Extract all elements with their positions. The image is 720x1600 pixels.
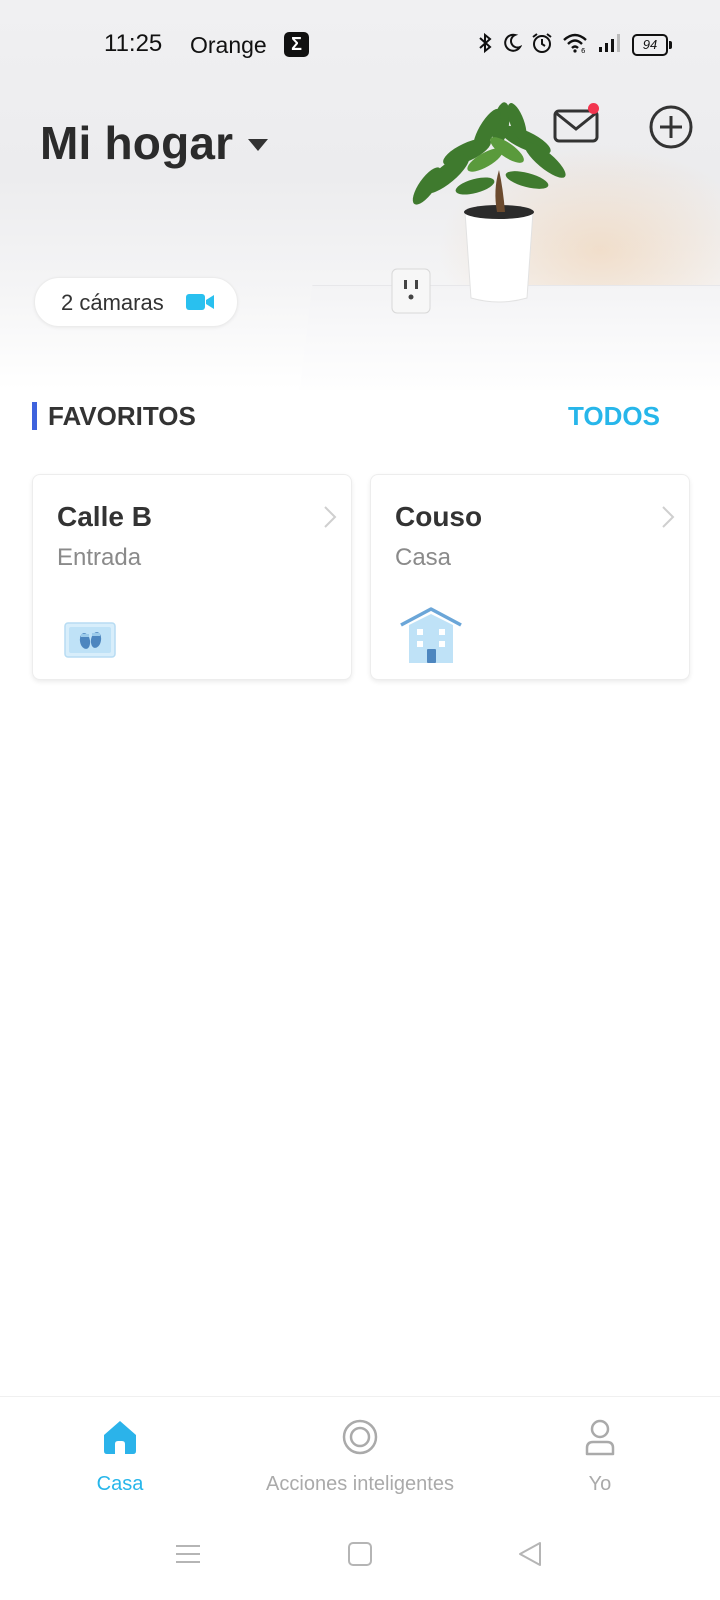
tab-label: Acciones inteligentes xyxy=(266,1473,454,1495)
status-bar: 11:25 Orange Σ 6 94 xyxy=(0,0,720,90)
home-button-icon[interactable] xyxy=(346,1540,374,1568)
add-device-button[interactable] xyxy=(648,104,694,150)
back-icon[interactable] xyxy=(516,1540,544,1568)
unread-notification-dot xyxy=(588,103,599,114)
bottom-navigation: Casa Acciones inteligentes Yo xyxy=(0,1396,720,1507)
status-carrier: Orange xyxy=(190,32,267,58)
favorites-section-title: FAVORITOS xyxy=(48,401,196,431)
doormat-icon xyxy=(64,622,116,658)
tab-casa[interactable]: Casa xyxy=(0,1397,240,1507)
card-title: Calle B xyxy=(57,501,152,532)
recent-apps-icon[interactable] xyxy=(174,1540,202,1568)
favorite-card-calle-b[interactable]: Calle B Entrada xyxy=(32,474,352,680)
bluetooth-icon xyxy=(477,31,493,60)
status-icons: 6 94 xyxy=(477,30,672,60)
tab-label: Yo xyxy=(588,1473,612,1495)
favorite-card-couso[interactable]: Couso Casa xyxy=(370,474,690,680)
card-subtitle: Casa xyxy=(395,544,452,571)
status-app-badge: Σ xyxy=(284,32,309,57)
caret-down-icon[interactable] xyxy=(248,139,268,151)
home-selector-title[interactable]: Mi hogar xyxy=(40,116,233,170)
cameras-count-label: 2 cámaras xyxy=(61,290,164,315)
video-camera-icon xyxy=(186,294,214,310)
profile-icon xyxy=(585,1419,615,1456)
alarm-icon xyxy=(531,32,553,59)
smart-actions-icon xyxy=(342,1419,378,1455)
house-icon xyxy=(400,607,462,663)
status-time: 11:25 xyxy=(104,30,163,57)
chevron-right-icon xyxy=(662,506,675,528)
battery-icon: 94 xyxy=(632,34,672,56)
chevron-right-icon xyxy=(324,506,337,528)
tab-acciones-inteligentes[interactable]: Acciones inteligentes xyxy=(240,1397,480,1507)
header-hero-banner: 11:25 Orange Σ 6 94 Mi hogar 2 cámaras xyxy=(0,0,720,390)
wifi-icon: 6 xyxy=(562,32,588,59)
view-all-link[interactable]: TODOS xyxy=(568,401,660,432)
moon-icon xyxy=(502,32,523,59)
card-subtitle: Entrada xyxy=(57,544,142,571)
section-marker xyxy=(32,402,37,430)
system-navigation-bar xyxy=(0,1516,720,1600)
tab-label: Casa xyxy=(96,1473,144,1495)
card-title: Couso xyxy=(395,501,483,532)
home-icon xyxy=(104,1421,136,1454)
svg-text:6: 6 xyxy=(581,47,586,54)
cameras-chip[interactable]: 2 cámaras xyxy=(34,277,238,327)
tab-yo[interactable]: Yo xyxy=(480,1397,720,1507)
signal-icon xyxy=(597,32,623,59)
smart-plug-illustration xyxy=(391,268,431,314)
